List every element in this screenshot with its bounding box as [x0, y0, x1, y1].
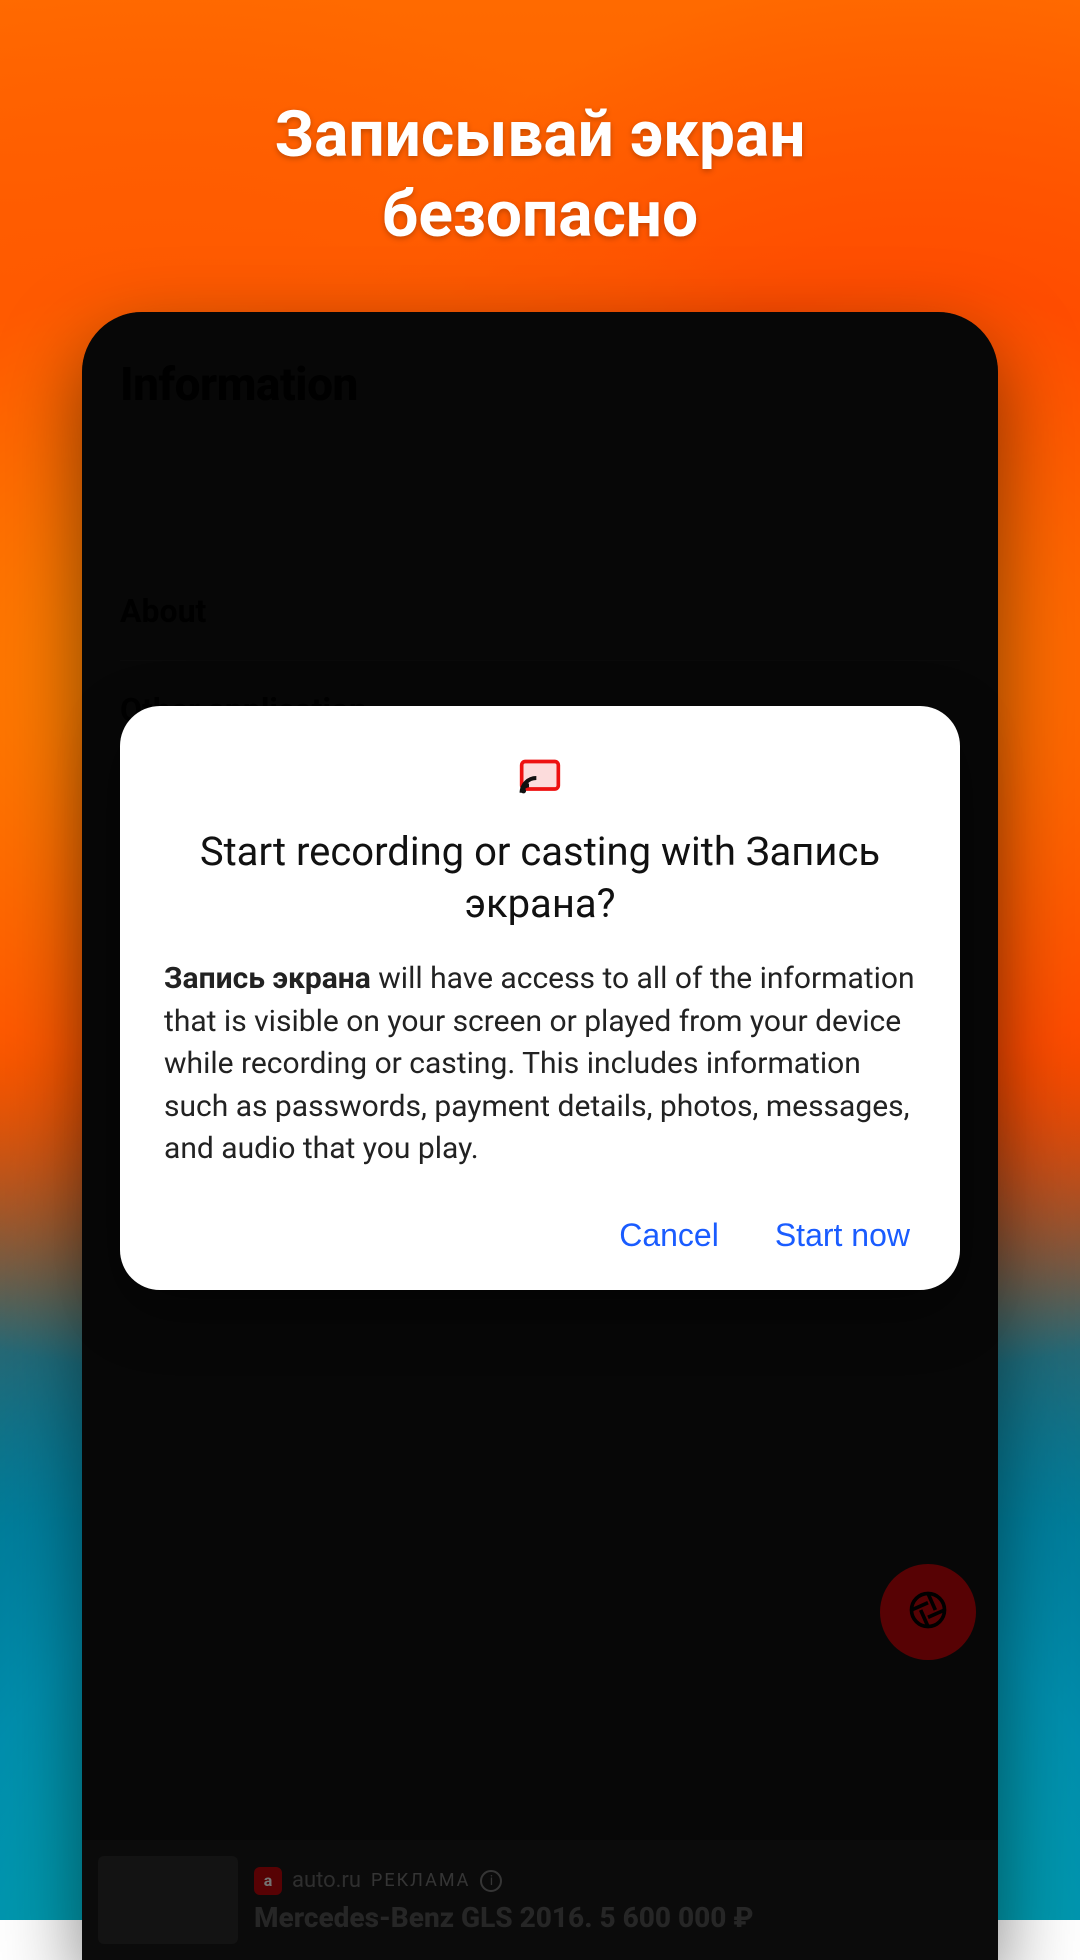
dialog-app-name: Запись экрана [164, 961, 371, 996]
dialog-title: Start recording or casting with Запись э… [164, 826, 916, 930]
screen-record-permission-dialog: Start recording or casting with Запись э… [120, 706, 960, 1290]
promo-headline: Записывай экран безопасно [0, 95, 1080, 255]
dialog-body: Запись экрана will have access to all of… [164, 958, 916, 1171]
start-now-button[interactable]: Start now [775, 1217, 910, 1254]
dialog-actions: Cancel Start now [164, 1217, 916, 1254]
cast-icon [164, 756, 916, 800]
promo-headline-line2: безопасно [60, 175, 1020, 255]
cancel-button[interactable]: Cancel [619, 1217, 719, 1254]
promo-headline-line1: Записывай экран [60, 95, 1020, 175]
